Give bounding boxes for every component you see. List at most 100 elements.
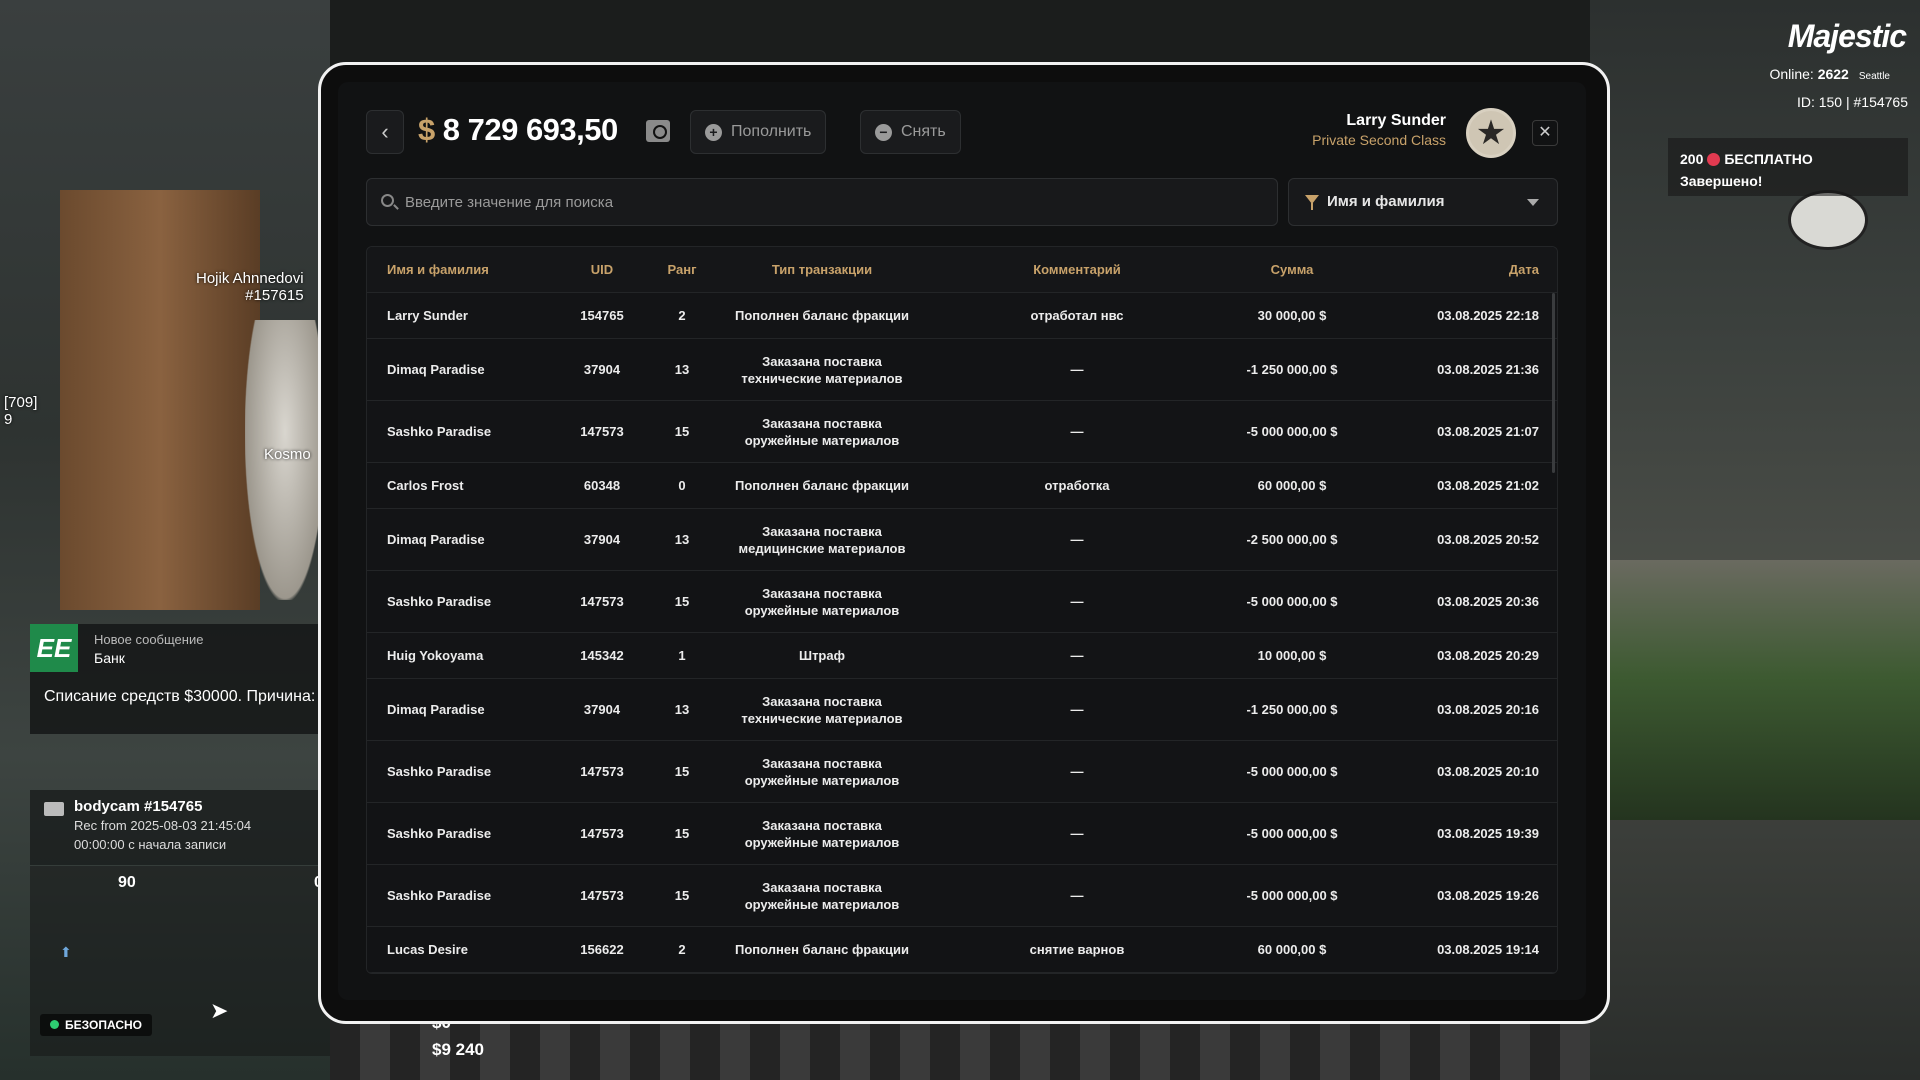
table-row[interactable]: Dimaq Paradise 37904 13 Заказана поставка м… — [367, 509, 1557, 571]
cell-sum: 10 000,00 $ — [1257, 648, 1327, 663]
free-reward-box: 200 БЕСПЛАТНО Завершено! — [1668, 138, 1908, 196]
search-input[interactable] — [405, 179, 1265, 225]
cell-sum: -5 000 000,00 $ — [1246, 764, 1338, 779]
cell-date: 03.08.2025 20:10 — [1437, 764, 1539, 779]
cell-uid: 147573 — [580, 764, 624, 779]
cell-type: Штраф — [799, 648, 845, 663]
withdraw-button[interactable]: − Снять — [860, 110, 961, 154]
player-marker-icon: ⬆ — [60, 944, 72, 960]
bodycam-panel: bodycam #154765 Rec from 2025-08-03 21:4… — [30, 790, 330, 865]
user-rank: Private Second Class — [1312, 132, 1446, 148]
cell-uid: 147573 — [580, 888, 624, 903]
cell-date: 03.08.2025 20:52 — [1437, 532, 1539, 547]
cell-date: 03.08.2025 20:16 — [1437, 702, 1539, 717]
cell-comment: — — [1070, 648, 1084, 663]
table-row[interactable]: Sashko Paradise 147573 15 Заказана поставка… — [367, 865, 1557, 927]
search-box[interactable] — [366, 178, 1278, 226]
cell-type: Заказана поставка оружейные материалов — [744, 585, 900, 618]
cell-comment: отработка — [1044, 478, 1110, 493]
cell-name: Sashko Paradise — [387, 424, 492, 439]
cell-comment: — — [1070, 702, 1084, 717]
table-scrollbar[interactable] — [1552, 293, 1555, 473]
cell-uid: 156622 — [580, 942, 624, 957]
cell-type: Заказана поставка оружейные материалов — [744, 817, 900, 850]
table-row[interactable]: Sashko Paradise 147573 15 Заказана поставка… — [367, 803, 1557, 865]
cell-sum: -5 000 000,00 $ — [1246, 424, 1338, 439]
cell-rank: 2 — [678, 308, 686, 323]
filter-icon — [1305, 195, 1319, 210]
cell-comment: — — [1070, 532, 1084, 547]
cell-rank: 15 — [674, 826, 690, 841]
cell-name: Carlos Frost — [387, 478, 464, 493]
cell-name: Dimaq Paradise — [387, 702, 485, 717]
plus-circle-icon: + — [705, 124, 722, 141]
cell-type: Заказана поставка технические материалов — [741, 693, 903, 726]
table-row[interactable]: Sashko Paradise 147573 15 Заказана поставка… — [367, 401, 1557, 463]
navigation-arrow-icon: ➤ — [210, 998, 229, 1023]
cell-type: Заказана поставка оружейные материалов — [744, 755, 900, 788]
modal-header: ‹ $8 729 693,50 + Пополнить − Снять Larry … — [366, 108, 1558, 158]
cell-uid: 147573 — [580, 424, 624, 439]
star-rank-icon: ★ — [1466, 108, 1516, 158]
cell-date: 03.08.2025 21:07 — [1437, 424, 1539, 439]
server-logo: Majestic — [1787, 18, 1907, 54]
search-icon — [381, 194, 394, 207]
cell-name: Lucas Desire — [387, 942, 468, 957]
cell-sum: -2 500 000,00 $ — [1246, 532, 1338, 547]
column-header-name[interactable]: Имя и фамилия — [367, 262, 547, 277]
cell-name: Sashko Paradise — [387, 764, 492, 779]
table-row[interactable]: Lucas Desire 156622 2 Пополнен баланс фракц… — [367, 927, 1557, 973]
safe-icon — [646, 120, 670, 142]
player-id: ID: 150 | #154765 — [1796, 94, 1908, 110]
close-button[interactable]: ✕ — [1532, 120, 1558, 146]
column-header-rank[interactable]: Ранг — [657, 262, 707, 277]
background-bed — [1590, 560, 1920, 820]
cell-comment: — — [1070, 594, 1084, 609]
cell-comment: — — [1070, 764, 1084, 779]
deposit-button[interactable]: + Пополнить — [690, 110, 827, 154]
online-counter: Online: 2622 Seattle — [1769, 66, 1890, 82]
cell-uid: 60348 — [583, 478, 621, 493]
notification-title: Новое сообщение — [94, 632, 204, 647]
cell-type: Пополнен баланс фракции — [734, 308, 910, 323]
cell-name: Sashko Paradise — [387, 888, 492, 903]
background-clock — [1788, 190, 1868, 250]
cell-sum: 60 000,00 $ — [1257, 942, 1327, 957]
table-row[interactable]: Larry Sunder 154765 2 Пополнен баланс фракц… — [367, 293, 1557, 339]
cell-sum: -1 250 000,00 $ — [1246, 362, 1338, 377]
cell-rank: 15 — [674, 888, 690, 903]
table-row[interactable]: Sashko Paradise 147573 15 Заказана поставка… — [367, 741, 1557, 803]
cell-rank: 13 — [674, 532, 690, 547]
cell-uid: 154765 — [580, 308, 624, 323]
faction-balance: $8 729 693,50 — [418, 112, 618, 147]
notification-message: Списание средств $30000. Причина: по бал… — [44, 688, 344, 705]
back-button[interactable]: ‹ — [366, 110, 404, 154]
table-row[interactable]: Carlos Frost 60348 0 Пополнен баланс фракци… — [367, 463, 1557, 509]
cell-type: Заказана поставка технические материалов — [741, 353, 903, 386]
filter-dropdown[interactable]: Имя и фамилия — [1288, 178, 1558, 226]
column-header-type[interactable]: Тип транзакции — [707, 262, 937, 277]
cell-sum: 60 000,00 $ — [1257, 478, 1327, 493]
cell-name: Dimaq Paradise — [387, 532, 485, 547]
table-row[interactable]: Dimaq Paradise 37904 13 Заказана поставка т… — [367, 339, 1557, 401]
notification-sender: Банк — [94, 650, 125, 666]
column-header-uid[interactable]: UID — [547, 262, 657, 277]
coin-icon — [1707, 153, 1721, 166]
chevron-down-icon — [1527, 199, 1539, 206]
background-door — [60, 190, 260, 610]
column-header-comment[interactable]: Комментарий — [937, 262, 1217, 277]
cell-comment: снятие варнов — [1029, 942, 1125, 957]
table-row[interactable]: Dimaq Paradise 37904 13 Заказана поставка т… — [367, 679, 1557, 741]
cell-sum: -5 000 000,00 $ — [1246, 888, 1338, 903]
table-row[interactable]: Huig Yokoyama 145342 1 Штраф — 10 000,00 $ 03.… — [367, 633, 1557, 679]
cell-type: Заказана поставка оружейные материалов — [744, 879, 900, 912]
cell-type: Заказана поставка оружейные материалов — [744, 415, 900, 448]
minus-circle-icon: − — [875, 124, 892, 141]
faction-bank-modal: ‹ $8 729 693,50 + Пополнить − Снять Larry … — [338, 82, 1586, 1000]
table-row[interactable]: Sashko Paradise 147573 15 Заказана поставка… — [367, 571, 1557, 633]
safe-dot-icon — [50, 1020, 59, 1029]
column-header-date[interactable]: Дата — [1367, 262, 1557, 277]
column-header-sum[interactable]: Сумма — [1217, 262, 1367, 277]
cell-name: Huig Yokoyama — [387, 648, 484, 663]
background-floor — [330, 1020, 1590, 1080]
